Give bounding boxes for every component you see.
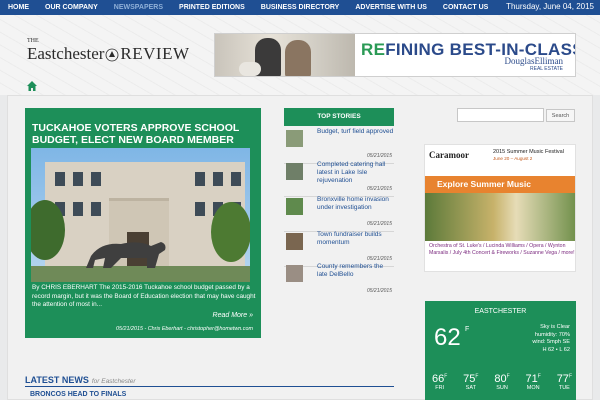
latest-news-item[interactable]: BRONCOS HEAD TO FINALS: [30, 391, 126, 398]
weather-current-temp: 62: [434, 324, 461, 351]
featured-excerpt: By CHRIS EBERHART The 2015-2016 Tuckahoe…: [32, 284, 256, 308]
weather-widget: EASTCHESTER 62 F Sky is Clear humidity: …: [425, 301, 576, 400]
latest-news-divider: [25, 386, 394, 387]
story-date: 05/21/2015: [366, 256, 392, 262]
nav-item-business-directory[interactable]: BUSINESS DIRECTORY: [253, 4, 348, 11]
story-title[interactable]: Bronxville home invasion under investiga…: [317, 196, 394, 212]
forecast-day: 66F FRI: [432, 373, 448, 391]
story-title[interactable]: Completed catering hall latest in Lake I…: [317, 161, 394, 185]
current-date: Thursday, June 04, 2015: [506, 2, 594, 11]
top-stories: TOP STORIES Budget, turf field approved …: [284, 108, 394, 308]
logo-review: REVIEW: [120, 44, 190, 63]
story-date: 05/21/2015: [366, 153, 392, 159]
home-icon[interactable]: [26, 80, 38, 92]
ad-caramoor-performers: Orchestra of St. Luke's / Lucinda Willia…: [429, 243, 575, 256]
read-more-link[interactable]: Read More »: [213, 312, 253, 319]
featured-title[interactable]: TUCKAHOE VOTERS APPROVE SCHOOL BUDGET, E…: [32, 122, 256, 146]
story-title[interactable]: County remembers the late DelBello: [317, 263, 394, 279]
top-nav: HOME OUR COMPANY NEWSPAPERS PRINTED EDIT…: [0, 0, 600, 15]
ad-caramoor-season: 2015 Summer Music Festival: [493, 149, 564, 155]
top-story-item[interactable]: Completed catering hall latest in Lake I…: [284, 161, 394, 197]
ad-caramoor-dates: June 20 – August 2: [493, 156, 533, 161]
weather-forecast: 66F FRI 75F SAT 80F SUN 71F MON 77F TUE: [432, 373, 572, 391]
story-thumbnail: [286, 233, 303, 250]
ad-brand: DouglasElliman REAL ESTATE: [504, 56, 564, 72]
featured-photo[interactable]: [31, 148, 250, 282]
top-story-item[interactable]: Bronxville home invasion under investiga…: [284, 196, 394, 232]
weather-humidity: humidity: 70%: [534, 331, 570, 338]
search-input[interactable]: [457, 108, 544, 122]
ad-caramoor-image: [425, 193, 575, 241]
forecast-day: 75F SAT: [463, 373, 479, 391]
crest-icon: [106, 48, 119, 62]
story-thumbnail: [286, 130, 303, 147]
featured-byline: 05/21/2015 - Chris Eberhart - christophe…: [115, 326, 253, 332]
ad-caramoor-explore: Explore Summer Music: [425, 176, 575, 193]
search-button[interactable]: Search: [546, 109, 575, 122]
story-thumbnail: [286, 198, 303, 215]
top-stories-header: TOP STORIES: [284, 108, 394, 126]
top-story-item[interactable]: Town fundraiser builds momentum 05/21/20…: [284, 231, 394, 267]
top-story-item[interactable]: County remembers the late DelBello 05/21…: [284, 263, 394, 299]
forecast-day: 77F TUE: [556, 373, 572, 391]
forecast-day: 71F MON: [525, 373, 541, 391]
weather-condition: Sky is Clear: [540, 324, 570, 330]
site-logo[interactable]: THE Eastchester REVIEW: [27, 38, 190, 64]
story-date: 05/21/2015: [366, 221, 392, 227]
weather-details: Sky is Clear humidity: 70% wind: 5mph SE…: [532, 324, 570, 354]
nav-item-home[interactable]: HOME: [0, 4, 37, 11]
story-thumbnail: [286, 163, 303, 180]
nav-item-contact[interactable]: CONTACT US: [435, 4, 496, 11]
logo-eastchester: Eastchester: [27, 44, 105, 63]
weather-hilo: H 62 • L 62: [542, 346, 570, 353]
story-date: 05/21/2015: [366, 288, 392, 294]
story-thumbnail: [286, 265, 303, 282]
story-title[interactable]: Town fundraiser builds momentum: [317, 231, 394, 247]
ad-banner-douglas-elliman[interactable]: REFINING BEST-IN-CLASS. DouglasElliman R…: [214, 33, 576, 77]
weather-unit: F: [465, 326, 470, 333]
top-story-item[interactable]: Budget, turf field approved 05/21/2015: [284, 128, 394, 164]
story-date: 05/21/2015: [366, 186, 392, 192]
weather-wind: wind: 5mph SE: [532, 339, 570, 345]
ad-caramoor-brand: Caramoor: [429, 150, 469, 160]
ad-caramoor[interactable]: Caramoor 2015 Summer Music Festival June…: [424, 144, 576, 272]
nav-item-printed-editions[interactable]: PRINTED EDITIONS: [171, 4, 253, 11]
story-title[interactable]: Budget, turf field approved: [317, 128, 394, 136]
nav-item-newspapers[interactable]: NEWSPAPERS: [106, 4, 171, 11]
latest-news-heading: LATEST NEWS for Eastchester: [25, 375, 136, 385]
logo-the: THE: [27, 38, 39, 44]
nav-item-advertise[interactable]: ADVERTISE WITH US: [347, 4, 435, 11]
ad-photo: [215, 34, 355, 76]
weather-city: EASTCHESTER: [474, 308, 527, 315]
nav-item-our-company[interactable]: OUR COMPANY: [37, 4, 106, 11]
forecast-day: 80F SUN: [494, 373, 510, 391]
